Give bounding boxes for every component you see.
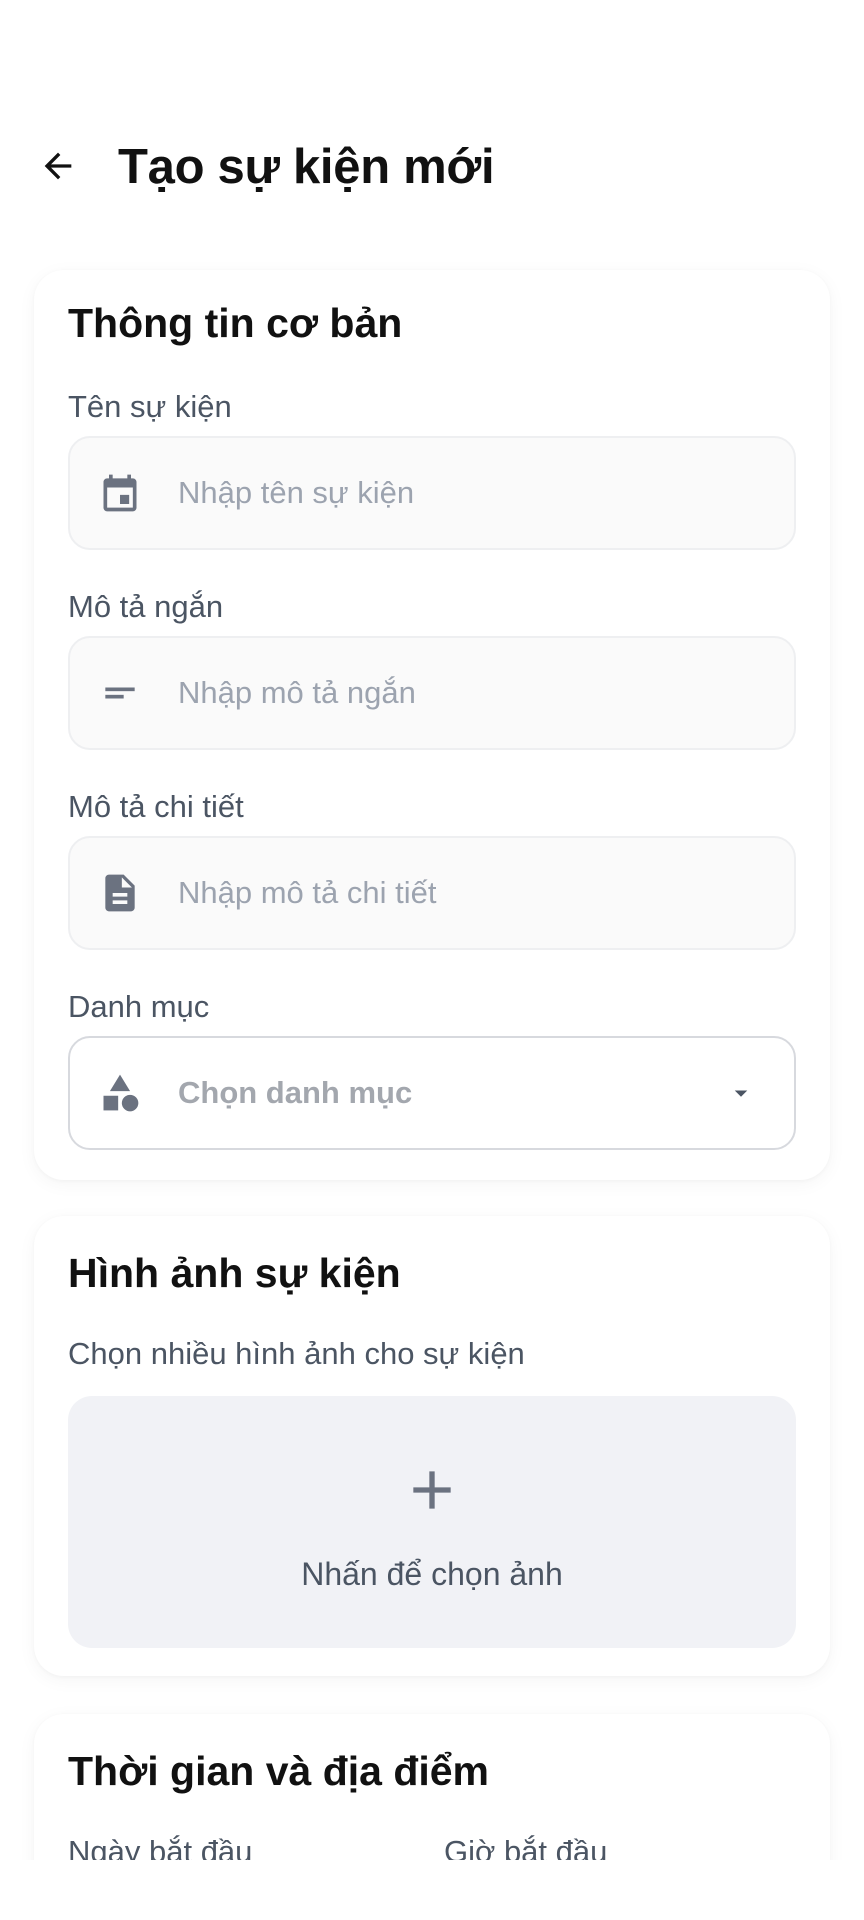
category-label: Danh mục [68, 989, 210, 1024]
category-select[interactable]: Chọn danh mục [68, 1036, 796, 1150]
document-icon [98, 871, 142, 915]
form-scroll-area[interactable]: Thông tin cơ bản Tên sự kiện Nhập tên sự… [0, 230, 864, 1860]
app-header: Tạo sự kiện mới [0, 0, 864, 230]
detailed-description-placeholder: Nhập mô tả chi tiết [178, 875, 437, 910]
arrow-left-icon [44, 152, 72, 180]
event-name-label: Tên sự kiện [68, 389, 232, 424]
category-shapes-icon [98, 1071, 142, 1115]
short-description-input[interactable]: Nhập mô tả ngắn [68, 636, 796, 750]
short-description-label: Mô tả ngắn [68, 589, 224, 624]
detailed-description-input[interactable]: Nhập mô tả chi tiết [68, 836, 796, 950]
image-upload-label: Nhấn để chọn ảnh [301, 1556, 563, 1592]
back-button[interactable] [36, 144, 80, 188]
dropdown-arrow-icon [726, 1078, 756, 1108]
category-placeholder: Chọn danh mục [178, 1075, 413, 1110]
event-images-subtitle: Chọn nhiều hình ảnh cho sự kiện [68, 1336, 525, 1371]
event-images-card: Hình ảnh sự kiện Chọn nhiều hình ảnh cho… [34, 1216, 830, 1676]
event-name-placeholder: Nhập tên sự kiện [178, 475, 415, 510]
start-time-label: Giờ bắt đầu [444, 1834, 608, 1860]
basic-info-card: Thông tin cơ bản Tên sự kiện Nhập tên sự… [34, 270, 830, 1180]
short-description-placeholder: Nhập mô tả ngắn [178, 675, 416, 710]
image-upload-area[interactable]: Nhấn để chọn ảnh [68, 1396, 796, 1648]
plus-icon [413, 1471, 451, 1509]
time-location-card: Thời gian và địa điểm Ngày bắt đầu Giờ b… [34, 1714, 830, 1860]
basic-info-section-title: Thông tin cơ bản [68, 300, 403, 346]
calendar-icon [98, 471, 142, 515]
page-title: Tạo sự kiện mới [118, 140, 495, 194]
start-date-label: Ngày bắt đầu [68, 1834, 253, 1860]
short-text-icon [98, 671, 142, 715]
detailed-description-label: Mô tả chi tiết [68, 789, 244, 824]
time-location-section-title: Thời gian và địa điểm [68, 1748, 490, 1794]
event-images-section-title: Hình ảnh sự kiện [68, 1250, 401, 1296]
event-name-input[interactable]: Nhập tên sự kiện [68, 436, 796, 550]
